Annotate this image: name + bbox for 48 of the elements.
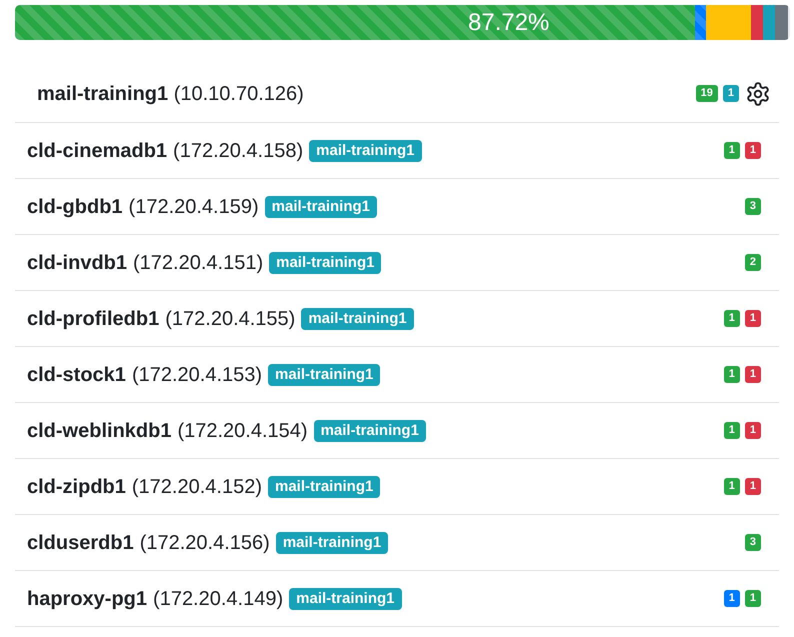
server-name: haproxy-pg1 bbox=[27, 586, 148, 612]
count-badge: 1 bbox=[724, 366, 740, 383]
count-badge: 3 bbox=[744, 198, 761, 215]
group-tag: mail-training1 bbox=[309, 140, 422, 162]
progress-label: 87.72% bbox=[468, 9, 550, 37]
settings-icon[interactable] bbox=[745, 80, 771, 106]
server-name: cld-invdb1 bbox=[27, 250, 128, 276]
group-tag: mail-training1 bbox=[268, 364, 380, 386]
server-ip: (172.20.4.153) bbox=[132, 362, 262, 388]
count-badge: 1 bbox=[744, 422, 761, 439]
server-name: cld-weblinkdb1 bbox=[27, 418, 172, 444]
server-name: clduserdb1 bbox=[27, 530, 134, 556]
server-name: cld-cinemadb1 bbox=[27, 138, 168, 164]
host-ip: (10.10.70.126) bbox=[174, 82, 304, 104]
group-tag: mail-training1 bbox=[268, 476, 380, 498]
host-name: mail-training1 bbox=[37, 82, 168, 104]
count-badge: 2 bbox=[744, 254, 761, 271]
server-name: cld-profiledb1 bbox=[27, 306, 160, 332]
count-badge: 1 bbox=[744, 142, 761, 159]
server-ip: (172.20.4.152) bbox=[132, 474, 262, 500]
group-tag: mail-training1 bbox=[301, 308, 414, 330]
count-badge: 1 bbox=[744, 366, 761, 383]
server-ip: (172.20.4.159) bbox=[128, 194, 259, 220]
count-badge: 1 bbox=[724, 142, 740, 159]
count-badge: 19 bbox=[696, 85, 718, 102]
count-badge: 1 bbox=[744, 590, 761, 607]
group-tag: mail-training1 bbox=[276, 532, 388, 554]
count-badge: 3 bbox=[744, 534, 761, 551]
count-badge: 1 bbox=[724, 422, 740, 439]
group-tag: mail-training1 bbox=[264, 196, 378, 218]
count-badge: 1 bbox=[724, 590, 740, 607]
server-ip: (172.20.4.154) bbox=[177, 418, 308, 444]
group-tag: mail-training1 bbox=[289, 588, 402, 610]
server-name: cld-zipdb1 bbox=[27, 474, 126, 500]
server-name: cld-stock1 bbox=[27, 362, 126, 388]
server-ip: (172.20.4.149) bbox=[153, 586, 284, 612]
server-ip: (172.20.4.151) bbox=[133, 250, 264, 276]
count-badge: 1 bbox=[744, 310, 761, 327]
server-name: cld-gbdb1 bbox=[27, 194, 123, 220]
server-ip: (172.20.4.158) bbox=[173, 138, 304, 164]
group-tag: mail-training1 bbox=[269, 252, 382, 274]
server-ip: (172.20.4.156) bbox=[140, 530, 270, 556]
count-badge: 1 bbox=[724, 310, 740, 327]
count-badge: 1 bbox=[722, 85, 739, 102]
group-tag: mail-training1 bbox=[314, 420, 426, 442]
count-badge: 1 bbox=[724, 478, 740, 495]
server-ip: (172.20.4.155) bbox=[165, 306, 296, 332]
count-badge: 1 bbox=[744, 478, 761, 495]
